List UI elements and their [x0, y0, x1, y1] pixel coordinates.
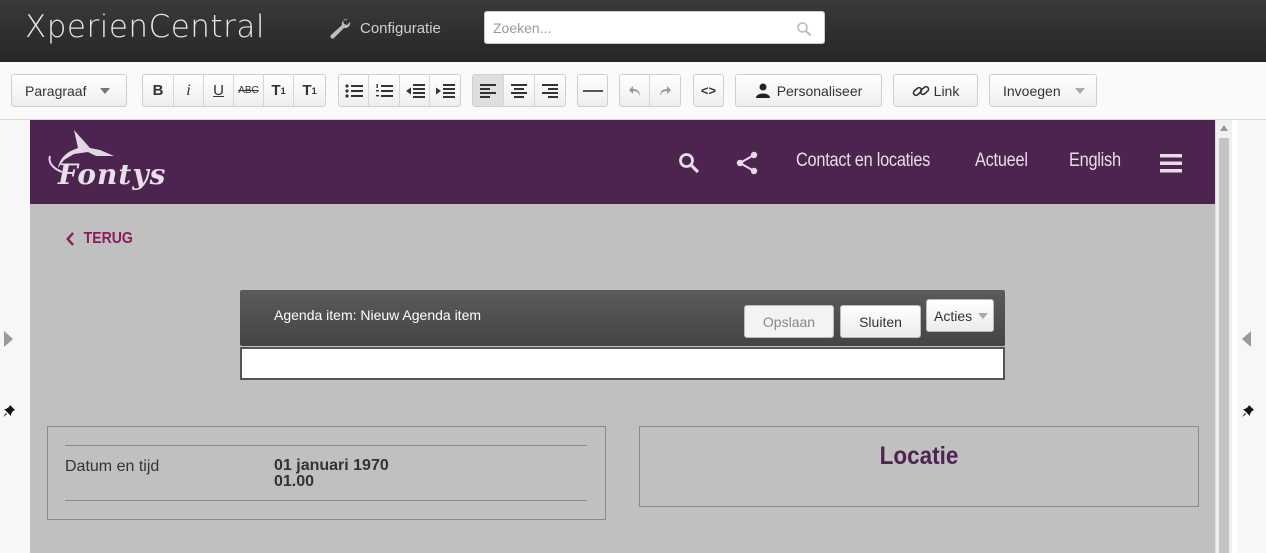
- agenda-item-bar: Agenda item: Nieuw Agenda item Opslaan S…: [240, 290, 1005, 346]
- indent-icon: [436, 83, 455, 98]
- underline-button[interactable]: U: [204, 75, 234, 106]
- page-preview: Fontys Contact en locaties Actueel Engli…: [30, 120, 1215, 553]
- wrench-icon: [330, 18, 351, 39]
- app-logo: XperienCentral: [25, 9, 265, 45]
- share-icon[interactable]: [736, 151, 758, 175]
- undo-button[interactable]: [620, 75, 650, 106]
- site-header: Fontys Contact en locaties Actueel Engli…: [30, 120, 1215, 204]
- horizontal-rule-icon: [582, 89, 603, 92]
- chevron-left-icon: [66, 232, 74, 246]
- date-time-box: Datum en tijd 01 januari 1970 01.00: [47, 426, 606, 520]
- subscript-button[interactable]: T1: [264, 75, 294, 106]
- alignment-group: [472, 74, 566, 107]
- actions-dropdown[interactable]: Acties: [926, 299, 994, 332]
- outdent-icon: [405, 83, 425, 98]
- scrollbar-thumb[interactable]: [1219, 138, 1229, 553]
- horizontal-rule-button[interactable]: [577, 74, 608, 107]
- search-box[interactable]: [484, 11, 825, 44]
- expand-left-icon[interactable]: [4, 331, 13, 347]
- location-heading: Locatie: [879, 442, 959, 470]
- list-group: [338, 74, 461, 107]
- scroll-up-icon[interactable]: [1220, 125, 1228, 131]
- back-link[interactable]: TERUG: [66, 230, 133, 248]
- numbered-list-button[interactable]: [369, 75, 400, 106]
- undo-icon: [628, 85, 640, 96]
- chevron-down-icon: [100, 87, 111, 94]
- nav-contact-locations[interactable]: Contact en locaties: [796, 150, 930, 172]
- redo-button[interactable]: [650, 75, 680, 106]
- insert-dropdown[interactable]: Invoegen: [989, 74, 1097, 107]
- link-icon: [912, 85, 929, 96]
- divider: [65, 500, 587, 501]
- fontys-brand: Fontys: [58, 158, 167, 191]
- align-left-button[interactable]: [473, 75, 504, 106]
- pin-icon[interactable]: [1241, 404, 1255, 418]
- indent-button[interactable]: [430, 75, 460, 106]
- chevron-down-icon: [978, 312, 989, 319]
- paragraph-format-label: Paragraaf: [25, 82, 87, 99]
- redo-icon: [660, 85, 671, 96]
- user-icon: [755, 83, 770, 98]
- superscript-glyph: T: [302, 82, 312, 99]
- link-label: Link: [933, 82, 960, 99]
- chevron-down-icon: [1074, 87, 1085, 94]
- time-value: 01.00: [274, 473, 315, 490]
- align-right-button[interactable]: [535, 75, 565, 106]
- agenda-title-input[interactable]: [240, 347, 1005, 380]
- personalize-button[interactable]: Personaliseer: [735, 74, 882, 107]
- top-bar: XperienCentral Configuratie: [0, 0, 1266, 62]
- actions-label: Acties: [934, 307, 973, 324]
- align-right-icon: [542, 83, 558, 98]
- bullet-list-button[interactable]: [339, 75, 369, 106]
- save-button[interactable]: Opslaan: [744, 305, 834, 338]
- italic-button[interactable]: i: [174, 75, 204, 106]
- agenda-item-title: Agenda item: Nieuw Agenda item: [274, 307, 482, 323]
- date-value: 01 januari 1970: [274, 457, 389, 474]
- paragraph-format-select[interactable]: Paragraaf: [11, 74, 127, 107]
- subscript-glyph: T: [271, 82, 281, 99]
- date-time-label: Datum en tijd: [65, 458, 160, 475]
- hamburger-menu-icon[interactable]: [1160, 153, 1182, 173]
- date-time-value: 01 januari 1970 01.00: [274, 458, 389, 490]
- numbered-list-icon: [376, 83, 393, 97]
- nav-english[interactable]: English: [1069, 150, 1121, 172]
- align-center-icon: [511, 83, 527, 98]
- link-button[interactable]: Link: [893, 74, 978, 107]
- vertical-scrollbar[interactable]: [1215, 120, 1232, 553]
- search-icon[interactable]: [796, 21, 812, 37]
- search-icon[interactable]: [678, 152, 700, 174]
- divider: [65, 445, 587, 446]
- outdent-button[interactable]: [400, 75, 430, 106]
- source-code-button[interactable]: <>: [693, 74, 724, 107]
- insert-label: Invoegen: [1003, 82, 1061, 99]
- text-style-group: B i U ABC T1 T1: [142, 74, 326, 107]
- bullet-list-icon: [344, 83, 363, 98]
- expand-right-icon[interactable]: [1242, 331, 1251, 347]
- pin-icon[interactable]: [2, 404, 16, 418]
- superscript-button[interactable]: T1: [294, 75, 325, 106]
- strikethrough-button[interactable]: ABC: [234, 75, 264, 106]
- align-left-icon: [480, 83, 496, 98]
- align-center-button[interactable]: [504, 75, 535, 106]
- personalize-label: Personaliseer: [776, 82, 863, 99]
- configuration-label: Configuratie: [360, 19, 441, 37]
- location-box: Locatie: [639, 426, 1199, 507]
- nav-actueel[interactable]: Actueel: [975, 150, 1028, 172]
- editor-toolbar: Paragraaf B i U ABC T1 T1 <> Personalise…: [0, 62, 1266, 120]
- configuration-button[interactable]: Configuratie: [328, 17, 441, 39]
- bold-button[interactable]: B: [143, 75, 174, 106]
- history-group: [619, 74, 681, 107]
- superscript-mark: 1: [311, 85, 317, 96]
- subscript-mark: 1: [280, 85, 286, 96]
- close-button[interactable]: Sluiten: [840, 305, 921, 338]
- search-input[interactable]: [485, 12, 785, 43]
- back-label: TERUG: [83, 230, 133, 247]
